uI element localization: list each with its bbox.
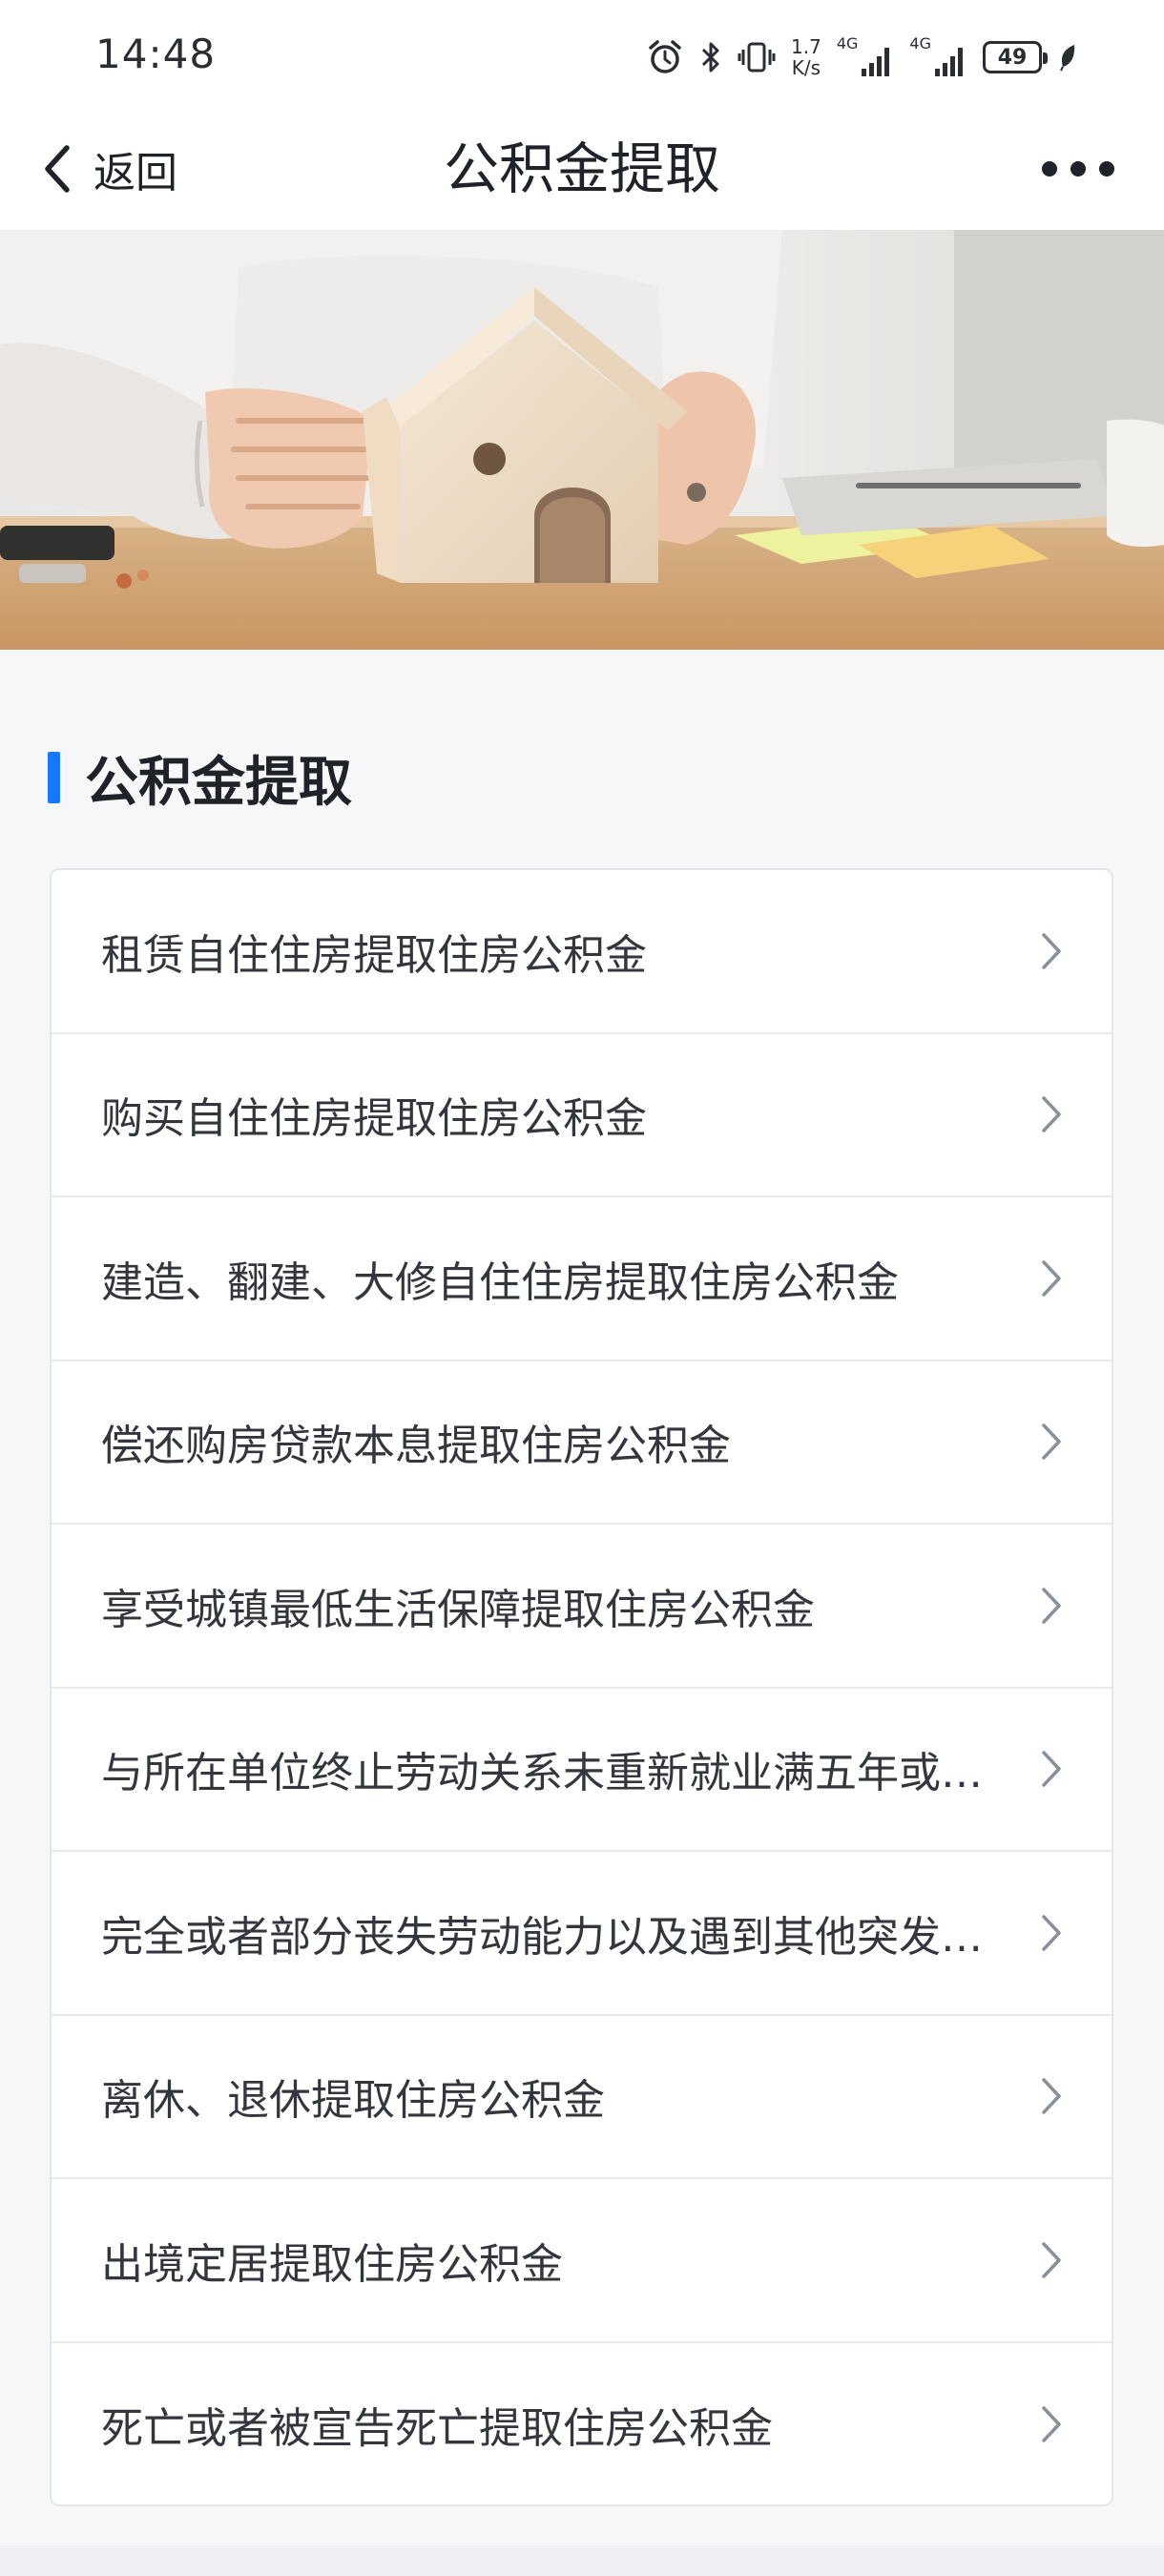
network-type-1: 4G <box>836 34 859 52</box>
section-title: 公积金提取 <box>85 751 352 814</box>
page-title: 公积金提取 <box>443 136 720 201</box>
more-button[interactable] <box>1030 131 1126 207</box>
signal-2: 4G <box>909 36 967 78</box>
chevron-right-icon <box>1042 1751 1061 1787</box>
nav-bar: 返回 公积金提取 <box>0 110 1164 230</box>
leaf-icon <box>1057 42 1078 73</box>
list-item-label: 死亡或者被宣告死亡提取住房公积金 <box>101 2404 773 2454</box>
list-item[interactable]: 与所在单位终止劳动关系未重新就业满五年或… <box>52 1689 1112 1852</box>
battery-icon: 49 <box>983 41 1048 73</box>
alarm-icon <box>646 38 684 76</box>
page: 14:48 1.7 K/s 4G 4G 49 返回 公积金提取 公积金提取 租赁… <box>0 0 1164 2576</box>
list-item-label: 离休、退休提取住房公积金 <box>101 2076 605 2126</box>
speed-value: 1.7 <box>791 35 821 58</box>
heading-accent-bar <box>48 752 60 803</box>
list-item[interactable]: 离休、退休提取住房公积金 <box>52 2016 1112 2179</box>
speed-unit: K/s <box>791 56 821 79</box>
battery-level: 49 <box>997 45 1028 70</box>
section-heading: 公积金提取 <box>48 735 352 821</box>
status-icons: 1.7 K/s 4G 4G 49 <box>646 29 1078 86</box>
list-item[interactable]: 建造、翻建、大修自住住房提取住房公积金 <box>52 1197 1112 1361</box>
banner-image <box>0 230 1164 650</box>
list-item[interactable]: 完全或者部分丧失劳动能力以及遇到其他突发… <box>52 1852 1112 2016</box>
list-item-label: 偿还购房贷款本息提取住房公积金 <box>101 1422 731 1471</box>
network-type-2: 4G <box>909 34 931 52</box>
list-item-label: 享受城镇最低生活保障提取住房公积金 <box>101 1585 815 1634</box>
signal-1: 4G <box>837 36 895 78</box>
bottom-edge <box>0 2545 1164 2576</box>
chevron-right-icon <box>1042 1096 1061 1132</box>
status-bar: 14:48 1.7 K/s 4G 4G 49 <box>0 0 1164 110</box>
bluetooth-icon <box>699 38 722 76</box>
chevron-right-icon <box>1042 2406 1061 2442</box>
status-time: 14:48 <box>95 31 217 77</box>
list-item[interactable]: 购买自住住房提取住房公积金 <box>52 1034 1112 1197</box>
signal-bars-icon <box>935 48 963 76</box>
chevron-right-icon <box>1042 933 1061 969</box>
list-item-label: 建造、翻建、大修自住住房提取住房公积金 <box>101 1257 899 1307</box>
vibrate-icon <box>738 38 776 76</box>
list-item-label: 出境定居提取住房公积金 <box>101 2239 563 2289</box>
list-item[interactable]: 死亡或者被宣告死亡提取住房公积金 <box>52 2343 1112 2505</box>
list-item[interactable]: 出境定居提取住房公积金 <box>52 2179 1112 2343</box>
more-dots-icon <box>1042 161 1114 177</box>
network-speed: 1.7 K/s <box>791 36 821 78</box>
list-item[interactable]: 享受城镇最低生活保障提取住房公积金 <box>52 1525 1112 1689</box>
list-item-label: 与所在单位终止劳动关系未重新就业满五年或… <box>101 1749 983 1798</box>
chevron-right-icon <box>1042 1423 1061 1460</box>
chevron-right-icon <box>1042 1260 1061 1297</box>
list-item[interactable]: 租赁自住住房提取住房公积金 <box>52 870 1112 1034</box>
chevron-right-icon <box>1042 2078 1061 2114</box>
signal-bars-icon <box>862 48 890 76</box>
list-item[interactable]: 偿还购房贷款本息提取住房公积金 <box>52 1361 1112 1525</box>
chevron-right-icon <box>1042 2242 1061 2278</box>
list-item-label: 完全或者部分丧失劳动能力以及遇到其他突发… <box>101 1912 983 1962</box>
list-item-label: 购买自住住房提取住房公积金 <box>101 1094 647 1144</box>
chevron-right-icon <box>1042 1588 1061 1624</box>
list-item-label: 租赁自住住房提取住房公积金 <box>101 930 647 980</box>
chevron-right-icon <box>1042 1915 1061 1951</box>
withdrawal-list: 租赁自住住房提取住房公积金 购买自住住房提取住房公积金 建造、翻建、大修自住住房… <box>50 868 1113 2506</box>
